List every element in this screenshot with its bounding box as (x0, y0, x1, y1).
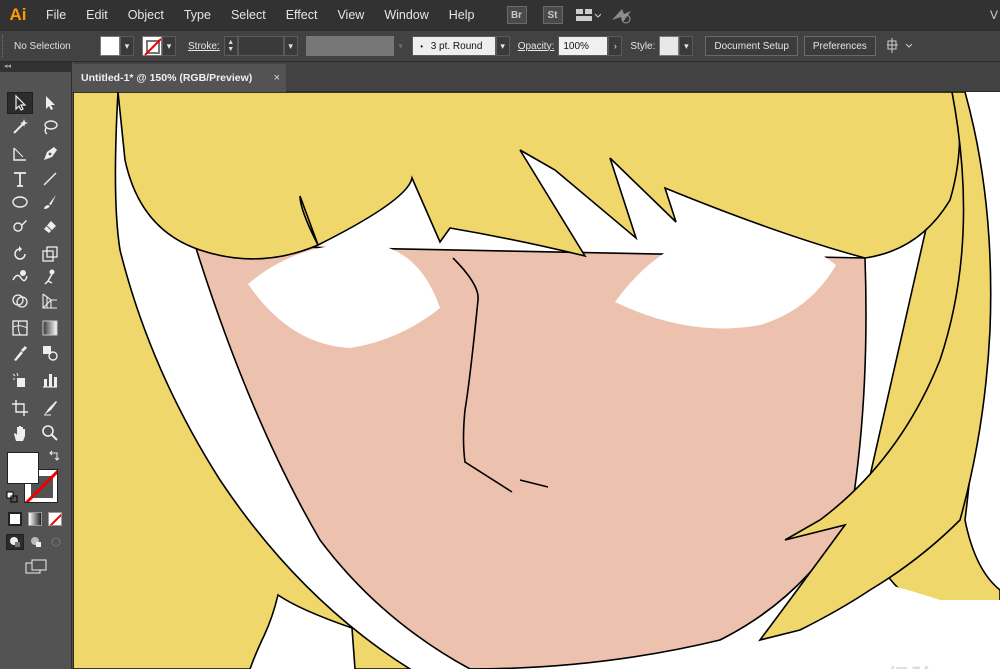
stroke-weight-field[interactable] (237, 36, 284, 56)
pen-tool-icon[interactable] (37, 143, 63, 165)
menu-bar: Ai File Edit Object Type Select Effect V… (0, 0, 1000, 30)
menu-select[interactable]: Select (221, 0, 276, 30)
selection-status: No Selection (14, 40, 71, 52)
direct-selection-tool-icon[interactable] (37, 92, 63, 114)
default-fill-stroke-icon[interactable] (6, 491, 18, 503)
line-segment-tool-icon[interactable] (37, 168, 63, 190)
rotate-tool-icon[interactable] (7, 243, 33, 265)
slice-tool-icon[interactable] (37, 397, 63, 419)
opacity-label[interactable]: Opacity: (518, 41, 555, 52)
shaper-tool-icon[interactable] (7, 215, 33, 237)
opacity-field[interactable]: 100% (558, 36, 609, 56)
menu-window[interactable]: Window (374, 0, 438, 30)
panel-grip[interactable] (2, 35, 8, 57)
stroke-label[interactable]: Stroke: (188, 41, 220, 52)
blend-tool-icon[interactable] (37, 342, 63, 364)
lasso-tool-icon[interactable] (37, 116, 63, 138)
type-tool-icon[interactable] (7, 168, 33, 190)
close-tab-icon[interactable]: × (274, 72, 280, 84)
shape-builder-tool-icon[interactable] (7, 290, 33, 312)
toolbox-collapse[interactable]: ◂◂ (0, 62, 72, 72)
watermark: Bai 经验 (839, 660, 935, 669)
fill-color-box[interactable] (7, 452, 39, 484)
hair-bangs[interactable] (117, 92, 961, 260)
fill-swatch[interactable] (100, 36, 120, 56)
zoom-tool-icon[interactable] (37, 422, 63, 444)
brush-definition-label: 3 pt. Round (430, 40, 483, 52)
scale-tool-icon[interactable] (37, 243, 63, 265)
toolbox (0, 72, 72, 669)
menu-overflow: V (989, 8, 998, 22)
screen-mode-icon[interactable] (24, 558, 48, 576)
stroke-dropdown[interactable]: ▾ (162, 36, 176, 56)
artboard-tool-icon[interactable] (7, 397, 33, 419)
bridge-button[interactable]: Br (506, 6, 527, 24)
menu-file[interactable]: File (36, 0, 76, 30)
gradient-mode-button[interactable] (28, 512, 42, 526)
symbol-sprayer-tool-icon[interactable] (7, 369, 33, 391)
warp-tool-icon[interactable] (7, 266, 33, 288)
magic-wand-tool-icon[interactable] (7, 116, 33, 138)
ellipse-tool-icon[interactable] (7, 191, 33, 213)
mesh-tool-icon[interactable] (7, 317, 33, 339)
fill-dropdown[interactable]: ▾ (120, 36, 134, 56)
draw-inside-icon[interactable] (47, 534, 65, 550)
variable-width-dropdown[interactable]: ▾ (394, 36, 408, 56)
menu-edit[interactable]: Edit (76, 0, 118, 30)
brush-definition-dropdown[interactable]: ▾ (495, 36, 510, 56)
gpu-performance-icon[interactable] (609, 6, 635, 24)
document-tab[interactable]: Untitled-1* @ 150% (RGB/Preview) × (73, 64, 286, 92)
style-label: Style: (630, 40, 656, 52)
document-tab-title: Untitled-1* @ 150% (RGB/Preview) (81, 72, 253, 84)
stock-button[interactable]: St (542, 6, 563, 24)
variable-width-profile[interactable] (305, 36, 394, 56)
draw-behind-icon[interactable] (27, 534, 45, 550)
document-tab-strip: Untitled-1* @ 150% (RGB/Preview) × (73, 62, 1000, 92)
perspective-grid-tool-icon[interactable] (37, 290, 63, 312)
puppet-warp-tool-icon[interactable] (37, 266, 63, 288)
menu-type[interactable]: Type (174, 0, 221, 30)
paintbrush-tool-icon[interactable] (37, 191, 63, 213)
anchor-point-tool-icon[interactable] (7, 143, 33, 165)
hand-tool-icon[interactable] (7, 422, 33, 444)
draw-normal-icon[interactable] (6, 534, 24, 550)
preferences-button[interactable]: Preferences (803, 36, 876, 56)
brush-dot-icon: • (420, 41, 424, 51)
artwork[interactable] (73, 92, 1000, 669)
stroke-weight-stepper[interactable]: ▲ ▼ (223, 36, 238, 56)
menu-object[interactable]: Object (118, 0, 174, 30)
menu-effect[interactable]: Effect (276, 0, 328, 30)
none-mode-button[interactable] (48, 512, 62, 526)
menu-view[interactable]: View (327, 0, 374, 30)
document-setup-button[interactable]: Document Setup (705, 36, 798, 56)
color-mode-button[interactable] (8, 512, 22, 526)
graphic-style-dropdown[interactable]: ▾ (679, 36, 694, 56)
column-graph-tool-icon[interactable] (37, 369, 63, 391)
eraser-tool-icon[interactable] (37, 215, 63, 237)
stroke-weight-dropdown[interactable]: ▾ (283, 36, 298, 56)
arrange-panel-icon[interactable] (886, 36, 916, 56)
app-logo: Ai (9, 5, 27, 24)
artboard-canvas[interactable]: Bai 经验 (73, 92, 1000, 669)
graphic-style-swatch[interactable] (659, 36, 680, 56)
menu-help[interactable]: Help (439, 0, 485, 30)
opacity-dropdown[interactable]: › (608, 36, 623, 56)
stroke-swatch[interactable] (142, 36, 162, 56)
arrange-documents-icon[interactable] (575, 6, 601, 24)
eyedropper-tool-icon[interactable] (7, 342, 33, 364)
swap-fill-stroke-icon[interactable] (48, 450, 60, 462)
control-bar: No Selection ▾ ▾ Stroke: ▲ ▼ ▾ ▾ • 3 pt. … (0, 30, 1000, 62)
gradient-tool-icon[interactable] (37, 317, 63, 339)
brush-definition[interactable]: • 3 pt. Round (411, 36, 496, 56)
selection-tool-icon[interactable] (7, 92, 33, 114)
